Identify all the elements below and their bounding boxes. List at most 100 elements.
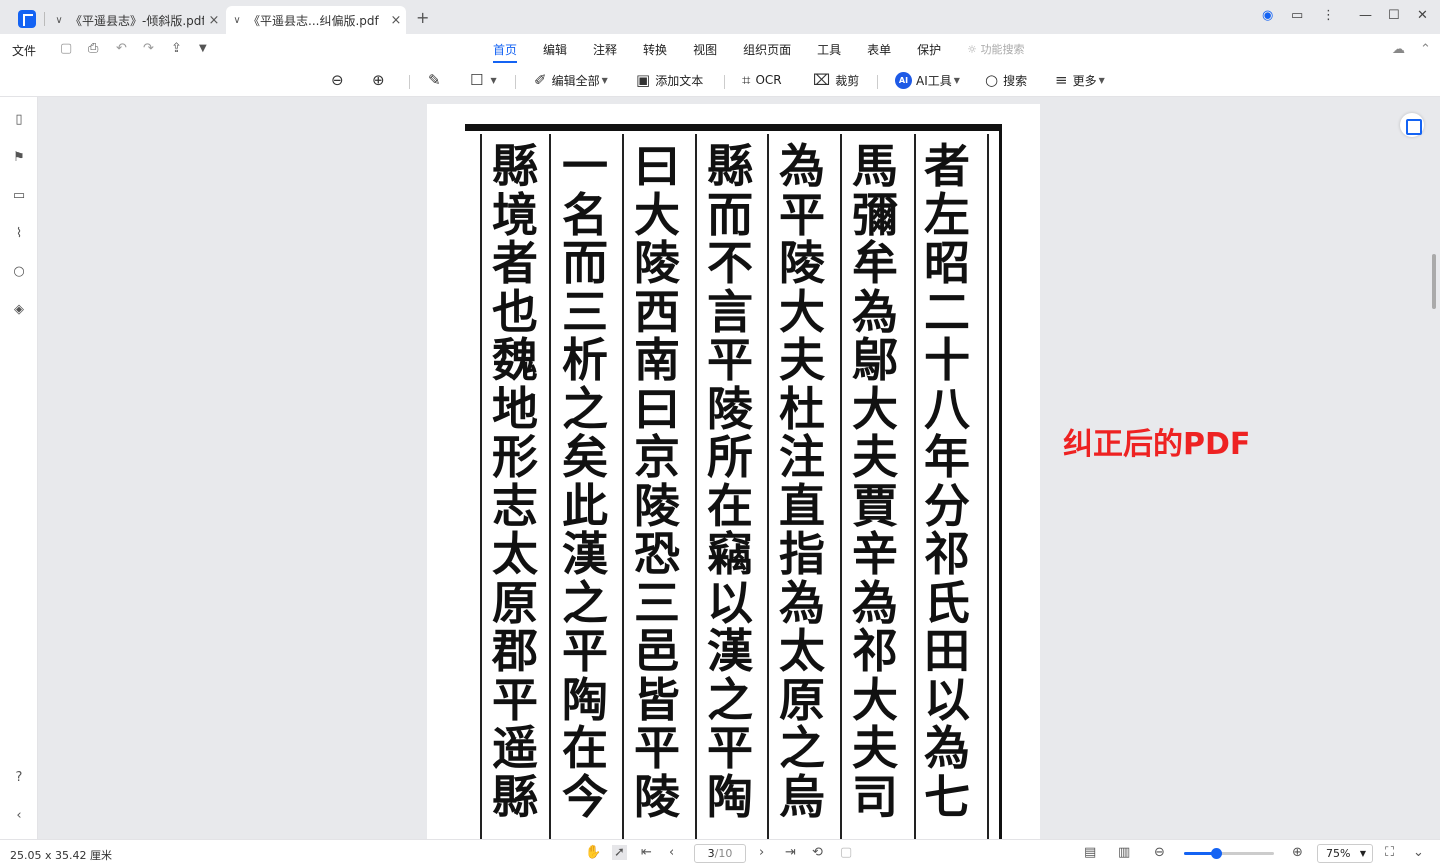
chevron-down-icon: ▼	[953, 75, 960, 85]
ocr-icon: ⌗	[742, 71, 751, 89]
text-column: 者左昭二十八年分祁氏田以為七	[924, 139, 970, 824]
tab-convert[interactable]: 转换	[630, 41, 680, 63]
upload-cloud-icon[interactable]: ☁	[1392, 42, 1405, 57]
ai-tools-label: AI工具	[916, 73, 952, 88]
chevron-down-icon: ▼	[1098, 75, 1105, 85]
text-column: 曰大陵西南曰京陵恐三邑皆平陵	[634, 139, 680, 824]
ocr-label: OCR	[755, 73, 782, 87]
search-button[interactable]: ○ 搜索	[985, 69, 1027, 91]
zoom-in-icon: ⊕	[372, 71, 385, 89]
select-tool-icon[interactable]: ➚	[612, 845, 627, 860]
tab-divider	[44, 12, 45, 26]
collapse-ribbon-icon[interactable]: ⌃	[1420, 42, 1431, 57]
message-icon[interactable]: ▭	[1291, 8, 1303, 23]
collapse-sidebar-icon[interactable]: ‹	[11, 808, 27, 824]
previous-page-icon[interactable]: ‹	[669, 845, 674, 860]
tab-home[interactable]: 首页	[480, 41, 530, 63]
attachment-icon[interactable]: ⌇	[11, 226, 27, 242]
save-icon[interactable]: ▢	[60, 41, 72, 56]
search-icon[interactable]: ○	[11, 264, 27, 280]
fit-page-icon[interactable]: ▢	[840, 845, 852, 860]
app-logo-icon[interactable]	[18, 10, 36, 28]
view-mode-icon[interactable]: ▥	[1118, 845, 1130, 860]
pdf-page[interactable]: 者左昭二十八年分祁氏田以為七 馬彌牟為鄔大夫賈辛為祁大夫司 為平陵大夫杜注直指為…	[427, 104, 1040, 839]
text-box-icon: ▣	[636, 71, 651, 89]
ai-tools-button[interactable]: AI AI工具 ▼	[895, 69, 960, 91]
search-icon: ○	[985, 71, 999, 89]
column-rule	[987, 134, 989, 839]
file-menu[interactable]: 文件	[12, 42, 36, 59]
page-number-field[interactable]: 3/10	[694, 844, 746, 863]
page-layout-icon[interactable]: ▤	[1084, 845, 1096, 860]
document-canvas[interactable]: 者左昭二十八年分祁氏田以為七 馬彌牟為鄔大夫賈辛為祁大夫司 為平陵大夫杜注直指為…	[38, 97, 1440, 839]
zoom-in-button[interactable]: ⊕	[372, 69, 390, 91]
fullscreen-icon[interactable]: ⛶	[1385, 845, 1394, 860]
tab-edit[interactable]: 编辑	[530, 41, 580, 63]
chevron-down-icon[interactable]: ∨	[226, 15, 248, 26]
share-icon[interactable]: ⇪	[171, 41, 182, 56]
shape-button[interactable]: ☐ ▼	[470, 69, 497, 91]
vertical-scrollbar[interactable]	[1432, 254, 1436, 309]
close-icon[interactable]: ×	[204, 13, 224, 28]
bookmark-icon[interactable]: ⚑	[11, 150, 27, 166]
crop-button[interactable]: ⌧ 裁剪	[813, 69, 859, 91]
tab-view[interactable]: 视图	[680, 41, 730, 63]
tab-organize-pages[interactable]: 组织页面	[730, 41, 804, 63]
close-icon[interactable]: ×	[386, 13, 406, 28]
next-page-icon[interactable]: ›	[759, 845, 764, 860]
divider	[409, 75, 410, 89]
zoom-out-icon: ⊖	[331, 71, 344, 89]
highlight-button[interactable]: ✎	[428, 69, 446, 91]
hand-tool-icon[interactable]: ✋	[585, 845, 601, 860]
zoom-out-icon[interactable]: ⊖	[1154, 845, 1165, 860]
layers-icon[interactable]: ◈	[11, 302, 27, 318]
first-page-icon[interactable]: ⇤	[641, 845, 652, 860]
zoom-slider-handle[interactable]	[1210, 848, 1222, 859]
divider	[877, 75, 878, 89]
tab-comment[interactable]: 注释	[580, 41, 630, 63]
help-icon[interactable]: ?	[11, 770, 27, 786]
tab-protect[interactable]: 保护	[904, 41, 954, 63]
tab-tools[interactable]: 工具	[804, 41, 854, 63]
tab-skewed-pdf[interactable]: ∨ 《平遥县志》-倾斜版.pdf ×	[48, 6, 224, 34]
maximize-icon[interactable]: ☐	[1388, 8, 1400, 23]
zoom-out-button[interactable]: ⊖	[331, 69, 349, 91]
toolbar: ⊖ ⊕ ✎ ☐ ▼ ✐ 编辑全部 ▼ ▣ 添加文本 ⌗ OCR ⌧ 裁剪 AI AI工具 ▼ ○…	[0, 64, 1440, 97]
customize-dropdown-icon[interactable]: ▼	[199, 43, 207, 54]
close-window-icon[interactable]: ✕	[1417, 8, 1428, 23]
ai-icon: AI	[895, 71, 912, 89]
undo-icon[interactable]: ↶	[116, 41, 127, 56]
column-rule	[549, 134, 551, 839]
zoom-level: 75%	[1326, 847, 1351, 860]
thumbnail-page-icon[interactable]: ▯	[11, 112, 27, 128]
edit-all-button[interactable]: ✐ 编辑全部 ▼	[534, 69, 608, 91]
account-icon[interactable]: ◉	[1262, 8, 1273, 23]
expand-status-icon[interactable]: ⌄	[1413, 845, 1424, 860]
chevron-down-icon[interactable]: ∨	[48, 15, 70, 26]
feature-search[interactable]: ☼ 功能搜索	[954, 41, 1037, 63]
rotate-page-icon[interactable]: ⟲	[812, 845, 823, 860]
crop-label: 裁剪	[835, 73, 860, 88]
comment-icon[interactable]: ▭	[11, 188, 27, 204]
ocr-button[interactable]: ⌗ OCR	[742, 69, 782, 91]
tab-form[interactable]: 表单	[854, 41, 904, 63]
print-icon[interactable]: ⎙	[88, 41, 98, 56]
redo-icon[interactable]: ↷	[143, 41, 154, 56]
tab-corrected-pdf[interactable]: ∨ 《平遥县志...纠偏版.pdf ×	[226, 6, 406, 34]
zoom-in-icon[interactable]: ⊕	[1292, 845, 1303, 860]
more-vertical-icon[interactable]: ⋮	[1322, 8, 1335, 23]
zoom-level-select[interactable]: 75% ▼	[1317, 844, 1373, 863]
add-text-button[interactable]: ▣ 添加文本	[636, 69, 703, 91]
more-button[interactable]: ≡ 更多 ▼	[1055, 69, 1105, 91]
chevron-down-icon: ▼	[1359, 849, 1366, 858]
total-pages: /10	[714, 847, 733, 860]
text-column: 一名而三析之矣此漢之平陶在今	[562, 139, 608, 824]
tab-label: 《平遥县志...纠偏版.pdf	[248, 13, 379, 28]
new-tab-plus-icon[interactable]: +	[416, 8, 429, 27]
last-page-icon[interactable]: ⇥	[785, 845, 796, 860]
zoom-slider[interactable]	[1184, 848, 1274, 859]
page-panel-toggle-button[interactable]	[1400, 113, 1424, 137]
corrected-pdf-caption: 纠正后的PDF	[1063, 427, 1251, 462]
column-rule	[695, 134, 697, 839]
minimize-icon[interactable]: —	[1359, 8, 1372, 23]
